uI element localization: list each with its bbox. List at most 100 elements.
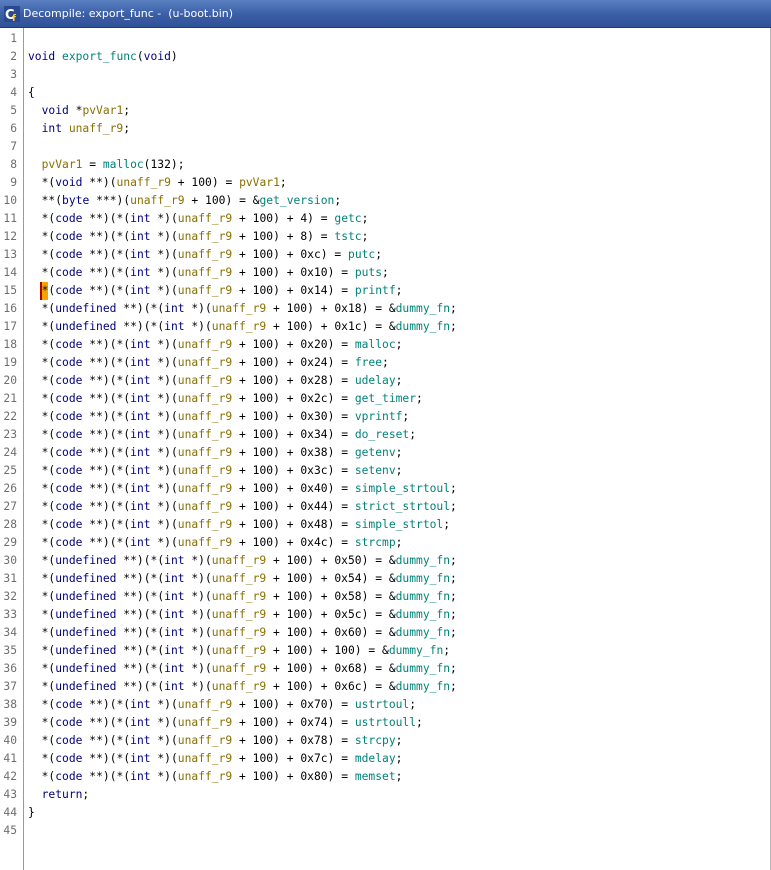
code-text[interactable]: *(code **)(*(int *)(unaff_r9 + 100) + 0x…	[28, 480, 457, 498]
code-line[interactable]: 41 *(code **)(*(int *)(unaff_r9 + 100) +…	[0, 750, 771, 768]
code-line[interactable]: 20 *(code **)(*(int *)(unaff_r9 + 100) +…	[0, 372, 771, 390]
line-number: 25	[3, 464, 17, 477]
code-line[interactable]: 39 *(code **)(*(int *)(unaff_r9 + 100) +…	[0, 714, 771, 732]
code-listing[interactable]: 1 2 void export_func(void) 3 4{5 void *pvVar…	[0, 30, 771, 840]
line-number: 34	[3, 626, 17, 639]
code-text[interactable]: *(code **)(*(int *)(unaff_r9 + 100) + 0x…	[28, 462, 403, 480]
code-line[interactable]: 29 *(code **)(*(int *)(unaff_r9 + 100) +…	[0, 534, 771, 552]
line-number: 5	[10, 104, 17, 117]
code-text[interactable]: *(undefined **)(*(int *)(unaff_r9 + 100)…	[28, 570, 457, 588]
code-line[interactable]: 6 int unaff_r9;	[0, 120, 771, 138]
code-text[interactable]: *(code **)(*(int *)(unaff_r9 + 100) + 0x…	[28, 336, 403, 354]
code-text[interactable]: {	[28, 84, 35, 102]
code-line[interactable]: 2 void export_func(void)	[0, 48, 771, 66]
code-text[interactable]: *(undefined **)(*(int *)(unaff_r9 + 100)…	[28, 624, 457, 642]
code-line[interactable]: 42 *(code **)(*(int *)(unaff_r9 + 100) +…	[0, 768, 771, 786]
code-line[interactable]: 17 *(undefined **)(*(int *)(unaff_r9 + 1…	[0, 318, 771, 336]
code-text[interactable]: *(code **)(*(int *)(unaff_r9 + 100) + 4)…	[28, 210, 369, 228]
code-line[interactable]: 1	[0, 30, 771, 48]
code-line[interactable]: 45	[0, 822, 771, 840]
code-text[interactable]: void export_func(void)	[28, 48, 178, 66]
code-text[interactable]: **(byte ***)(unaff_r9 + 100) = &get_vers…	[28, 192, 342, 210]
code-text[interactable]: *(undefined **)(*(int *)(unaff_r9 + 100)…	[28, 552, 457, 570]
code-text[interactable]: *(code **)(*(int *)(unaff_r9 + 100) + 0x…	[28, 516, 450, 534]
line-number: 22	[3, 410, 17, 423]
code-text[interactable]: *(code **)(*(int *)(unaff_r9 + 100) + 0x…	[28, 696, 416, 714]
code-text[interactable]: *(code **)(*(int *)(unaff_r9 + 100) + 0x…	[28, 354, 389, 372]
code-text[interactable]: *(code **)(*(int *)(unaff_r9 + 100) + 0x…	[28, 714, 423, 732]
line-number: 12	[3, 230, 17, 243]
code-text[interactable]: *(code **)(*(int *)(unaff_r9 + 100) + 0x…	[28, 426, 416, 444]
code-line[interactable]: 16 *(undefined **)(*(int *)(unaff_r9 + 1…	[0, 300, 771, 318]
code-line[interactable]: 15 *(code **)(*(int *)(unaff_r9 + 100) +…	[0, 282, 771, 300]
code-line[interactable]: 3	[0, 66, 771, 84]
decompiler-code-view[interactable]: 1 2 void export_func(void) 3 4{5 void *pvVar…	[0, 28, 771, 870]
code-text[interactable]: *(undefined **)(*(int *)(unaff_r9 + 100)…	[28, 588, 457, 606]
code-line[interactable]: 27 *(code **)(*(int *)(unaff_r9 + 100) +…	[0, 498, 771, 516]
code-text[interactable]: *(undefined **)(*(int *)(unaff_r9 + 100)…	[28, 606, 457, 624]
code-text[interactable]: *(code **)(*(int *)(unaff_r9 + 100) + 0x…	[28, 282, 402, 300]
code-line[interactable]: 28 *(code **)(*(int *)(unaff_r9 + 100) +…	[0, 516, 771, 534]
line-number: 3	[10, 68, 17, 81]
code-line[interactable]: 23 *(code **)(*(int *)(unaff_r9 + 100) +…	[0, 426, 771, 444]
code-line[interactable]: 9 *(void **)(unaff_r9 + 100) = pvVar1;	[0, 174, 771, 192]
code-text[interactable]: *(code **)(*(int *)(unaff_r9 + 100) + 0x…	[28, 390, 423, 408]
code-line[interactable]: 37 *(undefined **)(*(int *)(unaff_r9 + 1…	[0, 678, 771, 696]
code-line[interactable]: 40 *(code **)(*(int *)(unaff_r9 + 100) +…	[0, 732, 771, 750]
code-text[interactable]: *(undefined **)(*(int *)(unaff_r9 + 100)…	[28, 300, 457, 318]
code-text[interactable]: *(void **)(unaff_r9 + 100) = pvVar1;	[28, 174, 287, 192]
code-line[interactable]: 31 *(undefined **)(*(int *)(unaff_r9 + 1…	[0, 570, 771, 588]
line-number: 30	[3, 554, 17, 567]
code-text[interactable]: void *pvVar1;	[28, 102, 130, 120]
code-line[interactable]: 11 *(code **)(*(int *)(unaff_r9 + 100) +…	[0, 210, 771, 228]
code-line[interactable]: 38 *(code **)(*(int *)(unaff_r9 + 100) +…	[0, 696, 771, 714]
code-text[interactable]	[28, 138, 42, 156]
code-line[interactable]: 33 *(undefined **)(*(int *)(unaff_r9 + 1…	[0, 606, 771, 624]
code-line[interactable]: 26 *(code **)(*(int *)(unaff_r9 + 100) +…	[0, 480, 771, 498]
code-line[interactable]: 30 *(undefined **)(*(int *)(unaff_r9 + 1…	[0, 552, 771, 570]
code-text[interactable]: *(code **)(*(int *)(unaff_r9 + 100) + 0x…	[28, 534, 403, 552]
code-line[interactable]: 32 *(undefined **)(*(int *)(unaff_r9 + 1…	[0, 588, 771, 606]
code-text[interactable]: pvVar1 = malloc(132);	[28, 156, 185, 174]
code-text[interactable]: int unaff_r9;	[28, 120, 130, 138]
code-text[interactable]: *(code **)(*(int *)(unaff_r9 + 100) + 0x…	[28, 750, 403, 768]
code-line[interactable]: 24 *(code **)(*(int *)(unaff_r9 + 100) +…	[0, 444, 771, 462]
code-line[interactable]: 35 *(undefined **)(*(int *)(unaff_r9 + 1…	[0, 642, 771, 660]
code-line[interactable]: 18 *(code **)(*(int *)(unaff_r9 + 100) +…	[0, 336, 771, 354]
code-text[interactable]: return;	[28, 786, 90, 804]
code-text[interactable]: *(code **)(*(int *)(unaff_r9 + 100) + 0x…	[28, 246, 382, 264]
line-number: 11	[3, 212, 17, 225]
code-line[interactable]: 36 *(undefined **)(*(int *)(unaff_r9 + 1…	[0, 660, 771, 678]
code-line[interactable]: 5 void *pvVar1;	[0, 102, 771, 120]
code-line[interactable]: 7	[0, 138, 771, 156]
code-text[interactable]: *(code **)(*(int *)(unaff_r9 + 100) + 0x…	[28, 264, 389, 282]
code-text[interactable]: *(undefined **)(*(int *)(unaff_r9 + 100)…	[28, 642, 450, 660]
code-text[interactable]: *(code **)(*(int *)(unaff_r9 + 100) + 0x…	[28, 408, 410, 426]
code-text[interactable]: *(code **)(*(int *)(unaff_r9 + 100) + 0x…	[28, 498, 457, 516]
window-title-bar[interactable]: C f Decompile: export_func - (u-boot.bin…	[0, 0, 771, 28]
code-line[interactable]: 13 *(code **)(*(int *)(unaff_r9 + 100) +…	[0, 246, 771, 264]
code-line[interactable]: 14 *(code **)(*(int *)(unaff_r9 + 100) +…	[0, 264, 771, 282]
code-line[interactable]: 44}	[0, 804, 771, 822]
line-number: 14	[3, 266, 17, 279]
code-text[interactable]: *(code **)(*(int *)(unaff_r9 + 100) + 0x…	[28, 768, 403, 786]
code-text[interactable]: *(code **)(*(int *)(unaff_r9 + 100) + 0x…	[28, 732, 403, 750]
line-number: 28	[3, 518, 17, 531]
code-text[interactable]: }	[28, 804, 35, 822]
code-text[interactable]: *(undefined **)(*(int *)(unaff_r9 + 100)…	[28, 318, 457, 336]
code-text[interactable]: *(code **)(*(int *)(unaff_r9 + 100) + 0x…	[28, 444, 403, 462]
code-text[interactable]: *(code **)(*(int *)(unaff_r9 + 100) + 0x…	[28, 372, 403, 390]
code-text[interactable]: *(undefined **)(*(int *)(unaff_r9 + 100)…	[28, 678, 457, 696]
code-line[interactable]: 43 return;	[0, 786, 771, 804]
code-line[interactable]: 21 *(code **)(*(int *)(unaff_r9 + 100) +…	[0, 390, 771, 408]
code-line[interactable]: 12 *(code **)(*(int *)(unaff_r9 + 100) +…	[0, 228, 771, 246]
code-text[interactable]: *(code **)(*(int *)(unaff_r9 + 100) + 8)…	[28, 228, 369, 246]
code-line[interactable]: 25 *(code **)(*(int *)(unaff_r9 + 100) +…	[0, 462, 771, 480]
code-line[interactable]: 34 *(undefined **)(*(int *)(unaff_r9 + 1…	[0, 624, 771, 642]
code-line[interactable]: 8 pvVar1 = malloc(132);	[0, 156, 771, 174]
code-line[interactable]: 22 *(code **)(*(int *)(unaff_r9 + 100) +…	[0, 408, 771, 426]
code-line[interactable]: 10 **(byte ***)(unaff_r9 + 100) = &get_v…	[0, 192, 771, 210]
code-line[interactable]: 19 *(code **)(*(int *)(unaff_r9 + 100) +…	[0, 354, 771, 372]
code-text[interactable]: *(undefined **)(*(int *)(unaff_r9 + 100)…	[28, 660, 457, 678]
code-line[interactable]: 4{	[0, 84, 771, 102]
